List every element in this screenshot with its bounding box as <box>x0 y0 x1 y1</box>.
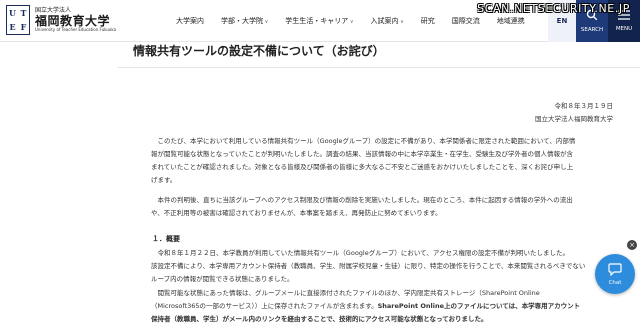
title-divider <box>118 67 640 68</box>
university-logo[interactable]: U T E F 国立大学法人 福岡教育大学 University of Teac… <box>6 5 116 35</box>
close-icon: × <box>629 241 635 249</box>
text-segment: （Microsoft365の一部のサービス））上に保存されたファイルが含まれます… <box>151 302 378 310</box>
paragraph-response: 本件の判明後、直ちに当該グループへのアクセス制限及び情報の削除を実施いたしました… <box>151 194 621 220</box>
paragraph-apology: このたび、本学において利用している情報共有ツール（Googleグループ）の設定に… <box>151 135 621 187</box>
organization-name: 国立大学法人福岡教育大学 <box>535 115 613 123</box>
nav-item-admissions[interactable]: 入試案内 <box>371 16 404 26</box>
nav-item-faculties[interactable]: 学部・大学院 <box>221 16 268 26</box>
logo-mark-letter: T <box>20 8 27 18</box>
chat-button[interactable]: Chat <box>595 254 635 294</box>
page-title: 情報共有ツールの設定不備について（お詫び） <box>133 44 385 58</box>
nav-item-about[interactable]: 大学案内 <box>176 16 204 26</box>
chat-close-button[interactable]: × <box>627 240 637 250</box>
text-line: （Microsoft365の一部のサービス））上に保存されたファイルが含まれます… <box>151 300 621 313</box>
logo-mark-letter: E <box>9 22 16 32</box>
global-nav: 大学案内 学部・大学院 学生生活・キャリア 入試案内 研究 国際交流 地域連携 <box>176 16 542 26</box>
site-header: U T E F 国立大学法人 福岡教育大学 University of Teac… <box>0 0 640 42</box>
section-heading-overview: １．概要 <box>152 235 180 243</box>
chat-icon <box>608 262 622 278</box>
nav-item-student-life[interactable]: 学生生活・キャリア <box>285 16 353 26</box>
logo-mark-letter: U <box>9 8 16 18</box>
chat-label: Chat <box>608 279 622 286</box>
text-line: 令和８年１月２２日、本学教員が利用していた情報共有ツール（Googleグループ）… <box>157 249 570 257</box>
nav-item-international[interactable]: 国際交流 <box>452 16 480 26</box>
text-line: 閲覧可能な状態にあった情報は、グループメールに直接添付されたファイルのほか、学内… <box>157 289 540 297</box>
logo-mark: U T E F <box>6 5 30 35</box>
watermark-text: SCAN.NETSECURITY.NE.JP <box>477 2 630 15</box>
text-line: 報が閲覧可能な状態となっていたことが判明いたしました。調査の結果、当該情報の中に… <box>151 150 573 158</box>
text-line-bold: 保持者（教職員、学生）がメール内のリンクを経由することで、技術的にアクセス可能な… <box>151 315 488 323</box>
logo-university-name: 福岡教育大学 <box>35 14 111 28</box>
text-segment-bold: SharePoint Online上のファイルについては、本学専用アカウント <box>377 302 581 310</box>
paragraph-overview: 令和８年１月２２日、本学教員が利用していた情報共有ツール（Googleグループ）… <box>151 247 621 286</box>
publish-date: 令和８年３月１９日 <box>554 102 614 110</box>
menu-label: MENU <box>615 26 633 32</box>
text-line: 該設定不備により、本学専用アカウント保持者（教職員、学生、附属学校児童・生徒）に… <box>151 262 586 270</box>
logo-mark-letter: F <box>20 22 27 32</box>
text-line: 本件の判明後、直ちに当該グループへのアクセス制限及び情報の削除を実施いたしました… <box>157 196 573 204</box>
paragraph-exposed-info: 閲覧可能な状態にあった情報は、グループメールに直接添付されたファイルのほか、学内… <box>151 287 621 326</box>
text-line: げます。 <box>151 176 177 184</box>
logo-english-name: University of Teacher Education Fukuoka <box>35 27 117 32</box>
text-line: まれていたことが確認されました。対象となる皆様及び関係者の皆様に多大なるご不安と… <box>151 163 574 171</box>
logo-text: 国立大学法人 福岡教育大学 University of Teacher Educ… <box>35 8 116 32</box>
language-label: EN <box>556 17 568 25</box>
text-line: や、不正利用等の被害は確認されておりませんが、本事案を踏まえ、再発防止に努めてま… <box>151 209 442 217</box>
text-line: このたび、本学において利用している情報共有ツール（Googleグループ）の設定に… <box>157 137 576 145</box>
nav-item-research[interactable]: 研究 <box>421 16 435 26</box>
text-line: ループ内の情報が閲覧できる状態にありました。 <box>151 275 294 283</box>
nav-item-community[interactable]: 地域連携 <box>497 16 525 26</box>
search-label: SEARCH <box>580 27 604 33</box>
